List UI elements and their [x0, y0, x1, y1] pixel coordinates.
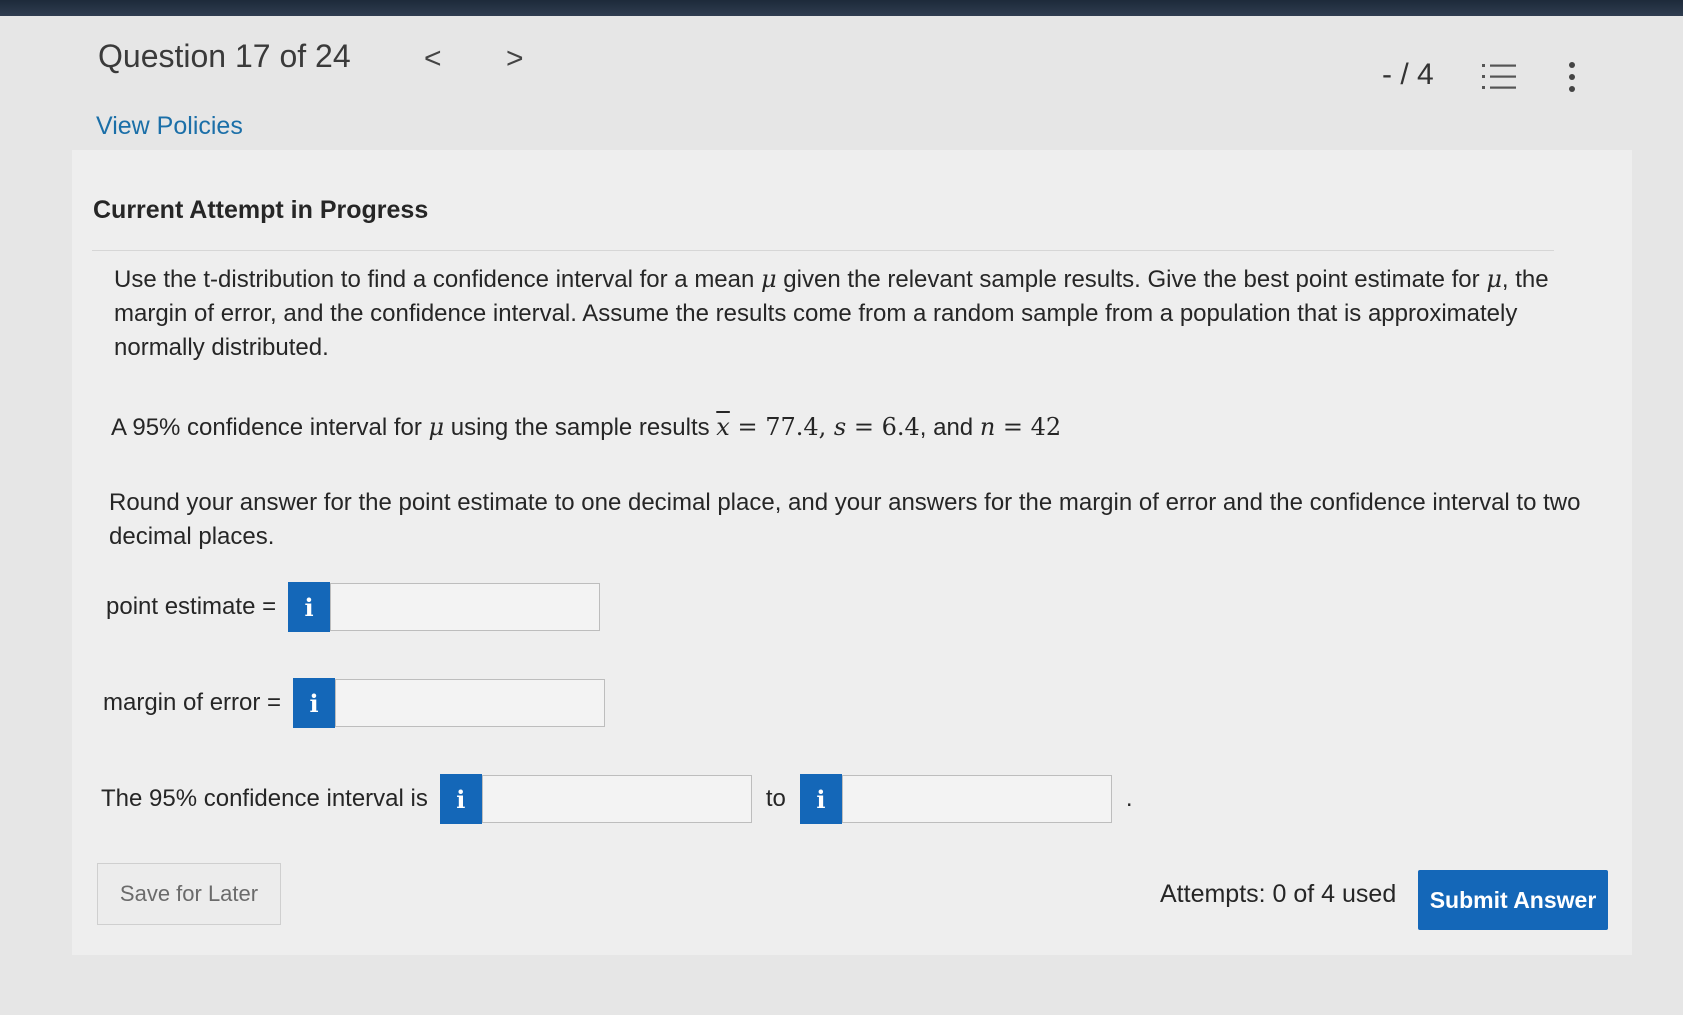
info-button[interactable]: i — [293, 678, 336, 728]
confidence-interval-row: The 95% confidence interval is i to i . — [101, 774, 1133, 824]
attempt-heading: Current Attempt in Progress — [93, 196, 429, 224]
view-policies-link[interactable]: View Policies — [96, 112, 243, 141]
info-icon: i — [304, 592, 314, 622]
s-value: = 6.4 — [846, 413, 920, 441]
margin-of-error-label: margin of error = — [103, 689, 282, 716]
n-symbol: n — [979, 413, 996, 441]
s-symbol: s — [833, 413, 847, 441]
intro-text-1: Use the t-distribution to find a confide… — [114, 266, 762, 293]
point-estimate-input[interactable] — [330, 583, 601, 631]
question-title: Question 17 of 24 — [98, 38, 351, 74]
margin-of-error-row: margin of error = i — [103, 678, 606, 728]
interval-upper-input[interactable] — [841, 775, 1112, 823]
xbar-symbol: x — [716, 413, 730, 441]
period: . — [1125, 785, 1133, 812]
xbar-value: = 77.4, — [729, 413, 834, 441]
to-label: to — [765, 785, 786, 812]
next-question-button[interactable]: > — [506, 42, 524, 76]
previous-question-button[interactable]: < — [424, 42, 442, 76]
point-estimate-row: point estimate = i — [106, 582, 601, 632]
info-icon: i — [456, 784, 466, 814]
question-intro: Use the t-distribution to find a confide… — [114, 262, 1564, 365]
given-text-1: A 95% confidence interval for — [111, 414, 429, 441]
rounding-instructions: Round your answer for the point estimate… — [109, 489, 1581, 550]
mu-symbol: μ — [1486, 265, 1502, 293]
margin-of-error-input[interactable] — [335, 679, 606, 727]
confidence-interval-label: The 95% confidence interval is — [101, 785, 428, 812]
info-button[interactable]: i — [288, 582, 331, 632]
and-text: , and — [919, 414, 980, 441]
more-vertical-icon[interactable] — [1562, 60, 1582, 94]
info-button[interactable]: i — [439, 774, 482, 824]
mu-symbol: μ — [761, 265, 777, 293]
info-button[interactable]: i — [799, 774, 842, 824]
info-icon: i — [816, 784, 826, 814]
save-for-later-button[interactable]: Save for Later — [97, 863, 281, 925]
n-value: = 42 — [995, 413, 1062, 441]
given-sample-results: A 95% confidence interval for μ using th… — [111, 410, 1311, 445]
mu-symbol: μ — [428, 413, 445, 441]
question-header: Question 17 of 24 < > - / 4 — [0, 16, 1683, 126]
intro-text-2: given the relevant sample results. Give … — [776, 266, 1487, 293]
list-icon[interactable] — [1482, 62, 1518, 92]
info-icon: i — [309, 688, 319, 718]
top-strip — [0, 0, 1683, 16]
interval-lower-input[interactable] — [481, 775, 752, 823]
submit-answer-button[interactable]: Submit Answer — [1418, 870, 1608, 930]
attempts-counter: Attempts: 0 of 4 used — [1160, 880, 1397, 908]
given-text-2: using the sample results — [444, 414, 717, 441]
score-display: - / 4 — [1382, 58, 1434, 91]
point-estimate-label: point estimate = — [106, 593, 277, 620]
